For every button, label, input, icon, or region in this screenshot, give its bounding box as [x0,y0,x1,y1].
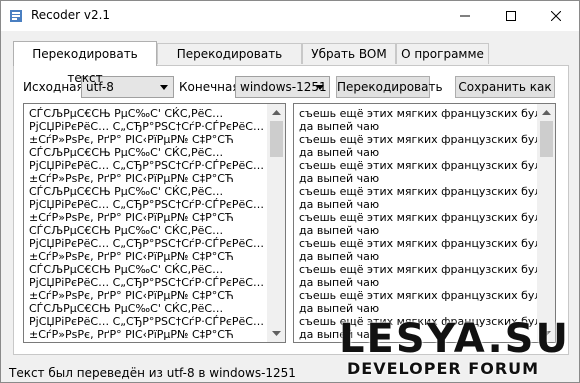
scroll-up-button[interactable] [538,104,555,121]
text-line: СЃСЉРµС€СЊ РµС‰С' СЌС‚РёС… [29,185,224,198]
window-title: Recoder v2.1 [31,8,111,22]
maximize-icon [506,11,516,21]
tab-remove-bom[interactable]: Убрать BOM [302,43,396,64]
text-line: да выпей чаю [299,172,380,185]
result-text-content: съешь ещё этих мягких французских булок,… [299,107,537,341]
text-line: РјСЏРіРєРёС… С„СЂР°РЅС†СѓР·СЃРєРёС… Р [29,159,267,172]
text-line: РјСЏРіРєРёС… С„СЂР°РЅС†СѓР·СЃРєРёС… Р [29,120,267,133]
chevron-up-icon [272,109,281,115]
tab-about[interactable]: О программе [396,43,489,64]
close-button[interactable] [533,1,579,31]
app-window: Recoder v2.1 Перекодировать текст Переко… [0,0,580,383]
text-line: да выпей чаю [299,276,380,289]
target-encoding-value: windows-1251 [240,80,327,94]
text-line: РјСЏРіРєРёС… С„СЂР°РЅС†СѓР·СЃРєРёС… Р [29,276,267,289]
tab-recode-files[interactable]: Перекодировать файлы [157,43,302,81]
text-line: СЃСЉРµС€СЊ РµС‰С' СЌС‚РёС… [29,107,224,120]
text-line: РјСЏРіРєРёС… С„СЂР°РЅС†СѓР·СЃРєРёС… Р [29,237,267,250]
text-line: ±СѓР»РѕРє, РґР° РІС‹РїРµР№ С‡Р°СЋ [29,328,234,341]
text-line: да выпей чаю [299,224,380,237]
text-line: РјСЏРіРєРёС… С„СЂР°РЅС†СѓР·СЃРєРёС… Р [29,315,267,328]
scrollbar-thumb[interactable] [540,121,553,157]
result-vertical-scrollbar[interactable] [537,104,555,342]
text-line: съешь ещё этих мягких французских булок, [299,237,537,250]
text-line: да выпей чаю [299,120,380,133]
text-line: ±СѓР»РѕРє, РґР° РІС‹РїРµР№ С‡Р°СЋ [29,289,234,302]
chevron-down-icon [316,85,324,90]
title-bar[interactable]: Recoder v2.1 [1,1,579,31]
text-line: съешь ещё этих мягких французских булок, [299,185,537,198]
close-icon [551,11,561,21]
source-text-area[interactable]: СЃСЉРµС€СЊ РµС‰С' СЌС‚РёС… РјСЏРіРєРёС… С… [23,103,286,343]
minimize-icon [460,15,470,17]
text-line: СЃСЉРµС€СЊ РµС‰С' СЌС‚РёС… [29,224,224,237]
chevron-down-icon [272,330,281,336]
chevron-up-icon [542,109,551,115]
minimize-button[interactable] [442,1,488,31]
text-line: СЃСЉРµС€СЊ РµС‰С' СЌС‚РёС… [29,263,224,276]
tab-recode-text[interactable]: Перекодировать текст [13,41,157,85]
text-line: ±СѓР»РѕРє, РґР° РІС‹РїРµР№ С‡Р°СЋ [29,211,234,224]
maximize-button[interactable] [488,1,534,31]
text-line: съешь ещё этих мягких французских булок, [299,133,537,146]
result-text-area[interactable]: съешь ещё этих мягких французских булок,… [293,103,556,343]
text-line: ±СѓР»РѕРє, РґР° РІС‹РїРµР№ С‡Р°СЋ [29,133,234,146]
text-line: да выпей чаю [299,302,380,315]
text-line: СЃСЉРµС€СЊ РµС‰С' СЌС‚РёС… [29,302,224,315]
target-encoding-select[interactable]: windows-1251 [235,76,330,98]
chevron-down-icon [160,85,168,90]
text-line: съешь ещё этих мягких французских булок, [299,159,537,172]
scrollbar-thumb[interactable] [270,121,283,157]
text-line: да выпей чаю [299,250,380,263]
scroll-up-button[interactable] [268,104,285,121]
text-line: да выпей чаю [299,198,380,211]
text-line: съешь ещё этих мягких французских булок, [299,107,537,120]
text-line: съешь ещё этих мягких французских булок, [299,289,537,302]
source-text-content: СЃСЉРµС€СЊ РµС‰С' СЌС‚РёС… РјСЏРіРєРёС… С… [29,107,267,341]
source-vertical-scrollbar[interactable] [267,104,285,342]
watermark-sub-text: DEVELOPER FORUM [347,359,540,378]
scroll-down-button[interactable] [268,325,285,342]
text-line: ±СѓР»РѕРє, РґР° РІС‹РїРµР№ С‡Р°СЋ [29,172,234,185]
save-as-button[interactable]: Сохранить как ... [455,76,555,114]
text-line: да выпей чаю [299,146,380,159]
text-line: съешь ещё этих мягких французских булок, [299,211,537,224]
text-line: РјСЏРіРєРёС… С„СЂР°РЅС†СѓР·СЃРєРёС… Р [29,198,267,211]
text-line: СЃСЉРµС€СЊ РµС‰С' СЌС‚РёС… [29,146,224,159]
status-text: Текст был переведён из utf-8 в windows-1… [9,366,296,380]
watermark-main-text: LESYA.SU [339,316,570,362]
text-line: ±СѓР»РѕРє, РґР° РІС‹РїРµР№ С‡Р°СЋ [29,250,234,263]
text-line: съешь ещё этих мягких французских булок, [299,263,537,276]
watermark-logo: LESYA.SU DEVELOPER FORUM [339,319,579,381]
app-icon [9,9,23,23]
tab-panel-recode-text: Исходная utf-8 Конечная windows-1251 Пер… [13,65,569,355]
target-encoding-label: Конечная [179,80,240,94]
recode-button[interactable]: Перекодировать [336,76,443,98]
